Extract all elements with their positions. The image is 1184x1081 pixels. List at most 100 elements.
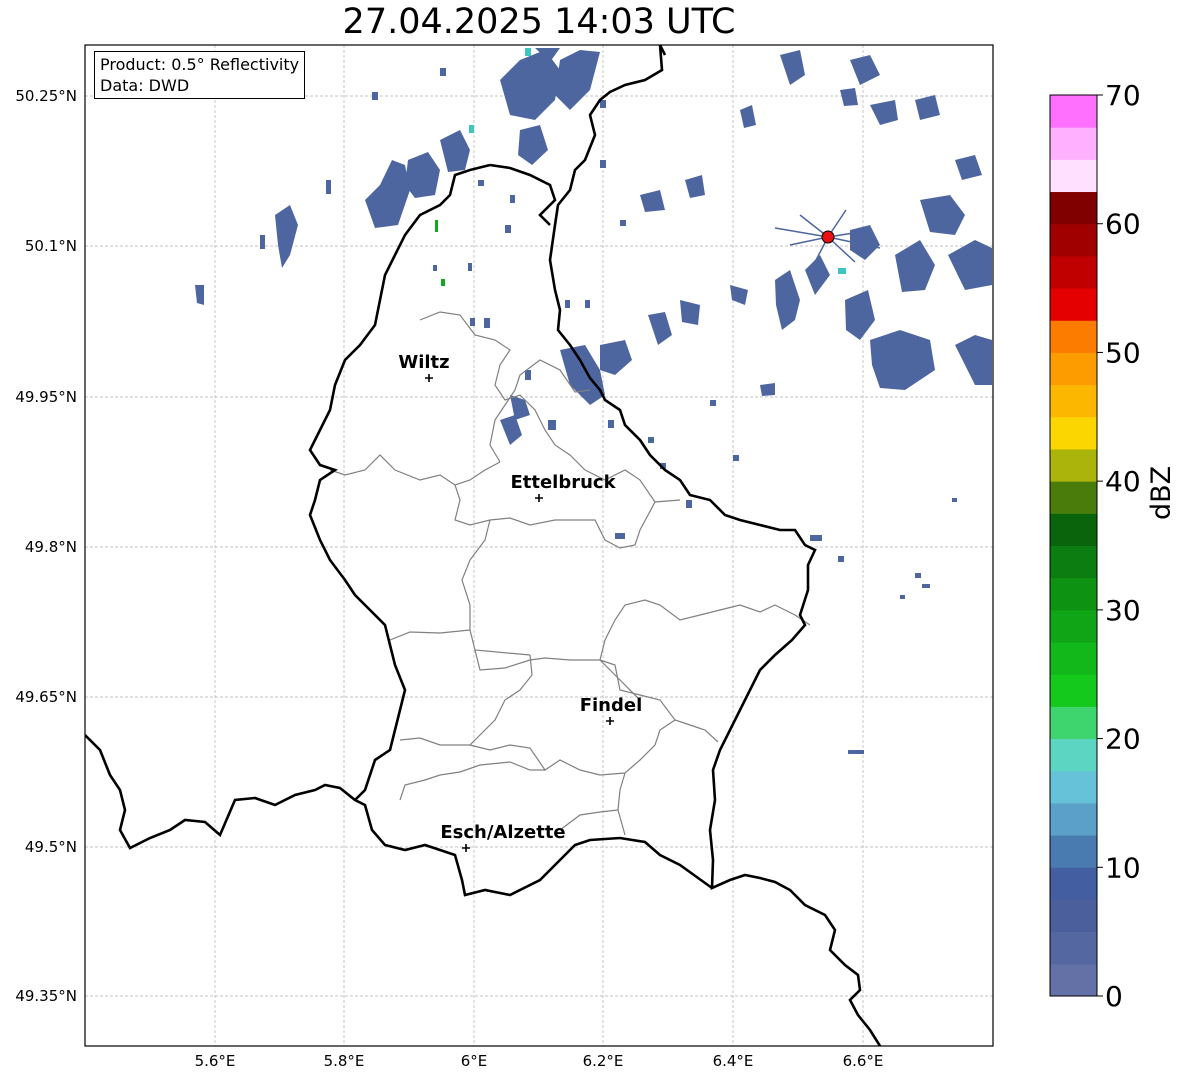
echo-pixel	[469, 125, 474, 133]
city-label: Esch/Alzette	[440, 822, 565, 843]
colorbar-segment	[1050, 963, 1097, 997]
colorbar	[1049, 94, 1098, 997]
lat-tick-label: 49.5°N	[25, 838, 77, 856]
echo-pixel	[600, 160, 606, 168]
colorbar-label: dBZ	[1146, 465, 1177, 520]
colorbar-segment	[1050, 642, 1097, 675]
colorbar-segment	[1050, 545, 1097, 579]
colorbar-segment	[1050, 835, 1097, 868]
product-label: Product: 0.5° Reflectivity	[100, 55, 300, 74]
echo-pixel	[686, 500, 692, 508]
colorbar-segment	[1050, 448, 1097, 482]
colorbar-segment	[1050, 481, 1097, 514]
colorbar-segment	[1050, 899, 1097, 933]
echo-pixel	[585, 300, 590, 308]
echo-pixel	[600, 100, 606, 108]
city-label: Wiltz	[398, 352, 449, 373]
colorbar-tick-label: 0	[1105, 980, 1123, 1013]
lon-tick-label: 6.2°E	[583, 1052, 624, 1070]
colorbar-segment	[1050, 513, 1097, 546]
colorbar-tick-label: 70	[1105, 79, 1141, 112]
colorbar-segment	[1050, 706, 1097, 740]
echo-pixel	[525, 370, 531, 380]
colorbar-segment	[1050, 609, 1097, 643]
echo-pixel	[565, 300, 570, 308]
colorbar-segment	[1050, 320, 1097, 353]
echo-pixel	[710, 400, 716, 406]
colorbar-segment	[1050, 738, 1097, 772]
echo-pixel	[433, 265, 437, 271]
longitude-axis: 5.6°E 5.8°E 6°E 6.2°E 6.4°E 6.6°E	[195, 1052, 884, 1070]
colorbar-segment	[1050, 770, 1097, 804]
echo-pixel	[525, 48, 531, 56]
colorbar-segment	[1050, 288, 1097, 321]
data-source-label: Data: DWD	[100, 76, 190, 95]
echo-pixel	[484, 318, 490, 328]
lon-tick-label: 5.8°E	[324, 1052, 365, 1070]
colorbar-segment	[1050, 416, 1097, 450]
colorbar-tick-label: 10	[1105, 851, 1141, 884]
colorbar-segment	[1050, 255, 1097, 289]
city-label: Findel	[580, 695, 643, 716]
echo-pixel	[372, 92, 378, 100]
colorbar-segment	[1050, 384, 1097, 418]
lat-tick-label: 50.25°N	[15, 87, 77, 105]
echo-pixel	[915, 573, 921, 578]
radar-site-marker	[821, 230, 835, 244]
radar-map: 50.25°N 50.1°N 49.95°N 49.8°N 49.65°N 49.5°N 4…	[15, 44, 1141, 1070]
echo-cluster	[760, 383, 775, 396]
lon-tick-label: 6°E	[461, 1052, 488, 1070]
echo-pixel	[848, 750, 864, 754]
echo-pixel	[838, 556, 844, 562]
echo-pixel	[435, 220, 438, 232]
echo-pixel	[952, 498, 957, 502]
colorbar-segment	[1050, 191, 1097, 225]
echo-pixel	[510, 195, 515, 203]
echo-pixel	[648, 437, 654, 443]
colorbar-segment	[1050, 95, 1097, 128]
colorbar-tick-label: 40	[1105, 465, 1141, 498]
lat-tick-label: 49.8°N	[25, 538, 77, 556]
echo-pixel	[615, 533, 625, 539]
echo-pixel	[733, 455, 739, 461]
echo-pixel	[838, 268, 846, 274]
lon-tick-label: 6.4°E	[713, 1052, 754, 1070]
echo-pixel	[470, 318, 475, 326]
echo-pixel	[468, 263, 472, 271]
colorbar-segment	[1050, 674, 1097, 707]
echo-pixel	[326, 180, 331, 194]
echo-pixel	[620, 220, 626, 226]
colorbar-segment	[1050, 352, 1097, 386]
colorbar-segment	[1050, 223, 1097, 257]
colorbar-tick-label: 30	[1105, 594, 1141, 627]
echo-pixel	[810, 535, 822, 541]
lon-tick-label: 5.6°E	[195, 1052, 236, 1070]
echo-pixel	[260, 235, 265, 249]
colorbar-segment	[1050, 802, 1097, 836]
colorbar-segment	[1050, 159, 1097, 193]
echo-pixel	[505, 225, 511, 233]
colorbar-segment	[1050, 577, 1097, 611]
echo-pixel	[900, 595, 905, 599]
colorbar-segment	[1050, 867, 1097, 900]
lat-tick-label: 49.95°N	[15, 388, 77, 406]
colorbar-tick-label: 20	[1105, 723, 1141, 756]
echo-pixel	[440, 68, 446, 76]
colorbar-tick-label: 60	[1105, 208, 1141, 241]
lat-tick-label: 49.35°N	[15, 987, 77, 1005]
city-label: Ettelbruck	[510, 472, 616, 493]
lat-tick-label: 50.1°N	[25, 237, 77, 255]
info-box: Product: 0.5° Reflectivity Data: DWD	[94, 51, 306, 99]
lat-tick-label: 49.65°N	[15, 688, 77, 706]
colorbar-ticks: 0 10 20 30 40 50 60 70	[1097, 79, 1141, 1013]
colorbar-segment	[1050, 127, 1097, 160]
echo-pixel	[608, 420, 614, 428]
colorbar-tick-label: 50	[1105, 336, 1141, 369]
colorbar-segment	[1050, 931, 1097, 965]
lon-tick-label: 6.6°E	[843, 1052, 884, 1070]
latitude-axis: 50.25°N 50.1°N 49.95°N 49.8°N 49.65°N 49.5°N 4…	[15, 87, 77, 1005]
echo-pixel	[548, 420, 556, 430]
echo-pixel	[478, 180, 484, 186]
map-area	[85, 45, 993, 1046]
echo-pixel	[441, 279, 445, 286]
